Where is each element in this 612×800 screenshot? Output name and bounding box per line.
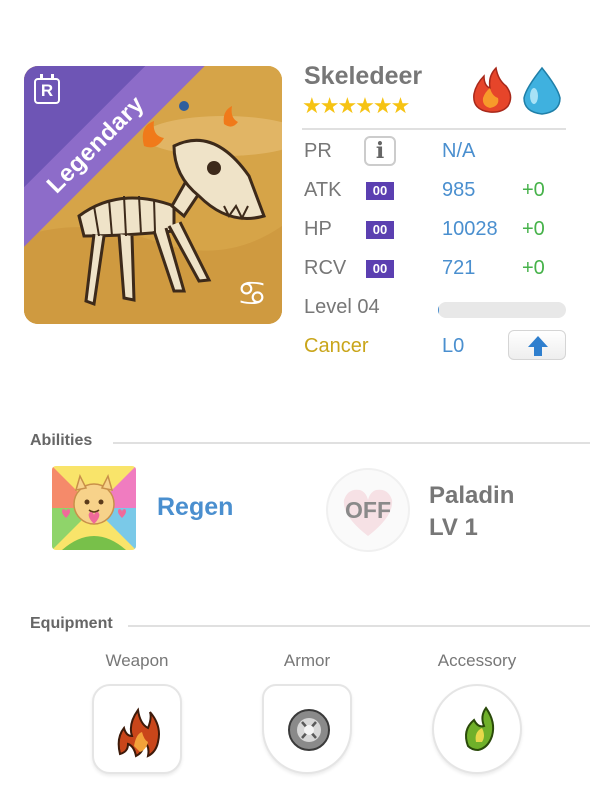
equipment-heading: Equipment bbox=[30, 615, 113, 632]
armor-label: Armor bbox=[283, 651, 331, 670]
fire-element-icon bbox=[473, 66, 512, 113]
upgrade-button[interactable] bbox=[508, 330, 566, 360]
pr-label: PR bbox=[304, 140, 332, 162]
toggle-off-label: OFF bbox=[345, 497, 391, 523]
xp-progress-fill bbox=[438, 302, 440, 318]
accessory-label: Accessory bbox=[437, 651, 517, 670]
accessory-leaf-icon bbox=[465, 706, 495, 752]
element-icons bbox=[470, 66, 566, 121]
monster-portrait[interactable]: Legendary R ♋ bbox=[24, 66, 282, 324]
weapon-flame-icon bbox=[117, 707, 160, 758]
stat-row-rcv: RCV 00 721 +0 bbox=[304, 257, 574, 287]
zodiac-sign-label: Cancer bbox=[304, 335, 369, 357]
accessory-slot[interactable] bbox=[432, 684, 522, 774]
regen-ability-icon[interactable] bbox=[52, 466, 136, 550]
hp-bonus: +0 bbox=[522, 218, 545, 240]
atk-value: 985 bbox=[442, 179, 476, 201]
stat-row-level: Level 04 bbox=[304, 296, 574, 326]
stat-row-atk: ATK 00 985 +0 bbox=[304, 179, 574, 209]
armor-shield-icon bbox=[288, 709, 330, 751]
hp-plus-badge: 00 bbox=[366, 221, 394, 239]
arrow-up-icon bbox=[528, 336, 548, 356]
weapon-label: Weapon bbox=[105, 651, 169, 670]
rcv-plus-badge: 00 bbox=[366, 260, 394, 278]
xp-progress-bar bbox=[438, 302, 566, 318]
cancer-zodiac-icon: ♋ bbox=[236, 274, 268, 314]
star-rating: ★★★★★★ bbox=[302, 94, 410, 119]
active-ability-name[interactable]: Regen bbox=[157, 493, 233, 522]
passive-ability-level: LV 1 bbox=[429, 514, 478, 541]
atk-label: ATK bbox=[304, 179, 342, 201]
stat-row-sign: Cancer L0 bbox=[304, 330, 574, 365]
info-button[interactable]: i bbox=[364, 136, 396, 166]
water-element-icon bbox=[523, 66, 561, 115]
pr-value: N/A bbox=[442, 140, 476, 162]
header-divider bbox=[302, 128, 566, 130]
monster-name: Skeledeer bbox=[304, 62, 423, 90]
sign-level-value: L0 bbox=[442, 335, 465, 357]
rcv-bonus: +0 bbox=[522, 257, 545, 279]
hp-label: HP bbox=[304, 218, 332, 240]
abilities-divider bbox=[113, 442, 590, 444]
weapon-slot[interactable] bbox=[92, 684, 182, 774]
hp-value: 10028 bbox=[442, 218, 498, 240]
armor-slot[interactable] bbox=[262, 684, 352, 774]
atk-bonus: +0 bbox=[522, 179, 545, 201]
rcv-label: RCV bbox=[304, 257, 347, 279]
atk-plus-badge: 00 bbox=[366, 182, 394, 200]
passive-ability-name: Paladin bbox=[429, 482, 515, 509]
abilities-heading: Abilities bbox=[30, 432, 93, 449]
level-label: Level 04 bbox=[304, 296, 380, 318]
calendar-r-icon: R bbox=[34, 74, 60, 104]
rcv-value: 721 bbox=[442, 257, 476, 279]
equipment-divider bbox=[128, 625, 590, 627]
passive-toggle[interactable]: OFF bbox=[326, 468, 410, 552]
stat-row-hp: HP 00 10028 +0 bbox=[304, 218, 574, 248]
stat-row-pr: PR i N/A bbox=[304, 136, 574, 170]
